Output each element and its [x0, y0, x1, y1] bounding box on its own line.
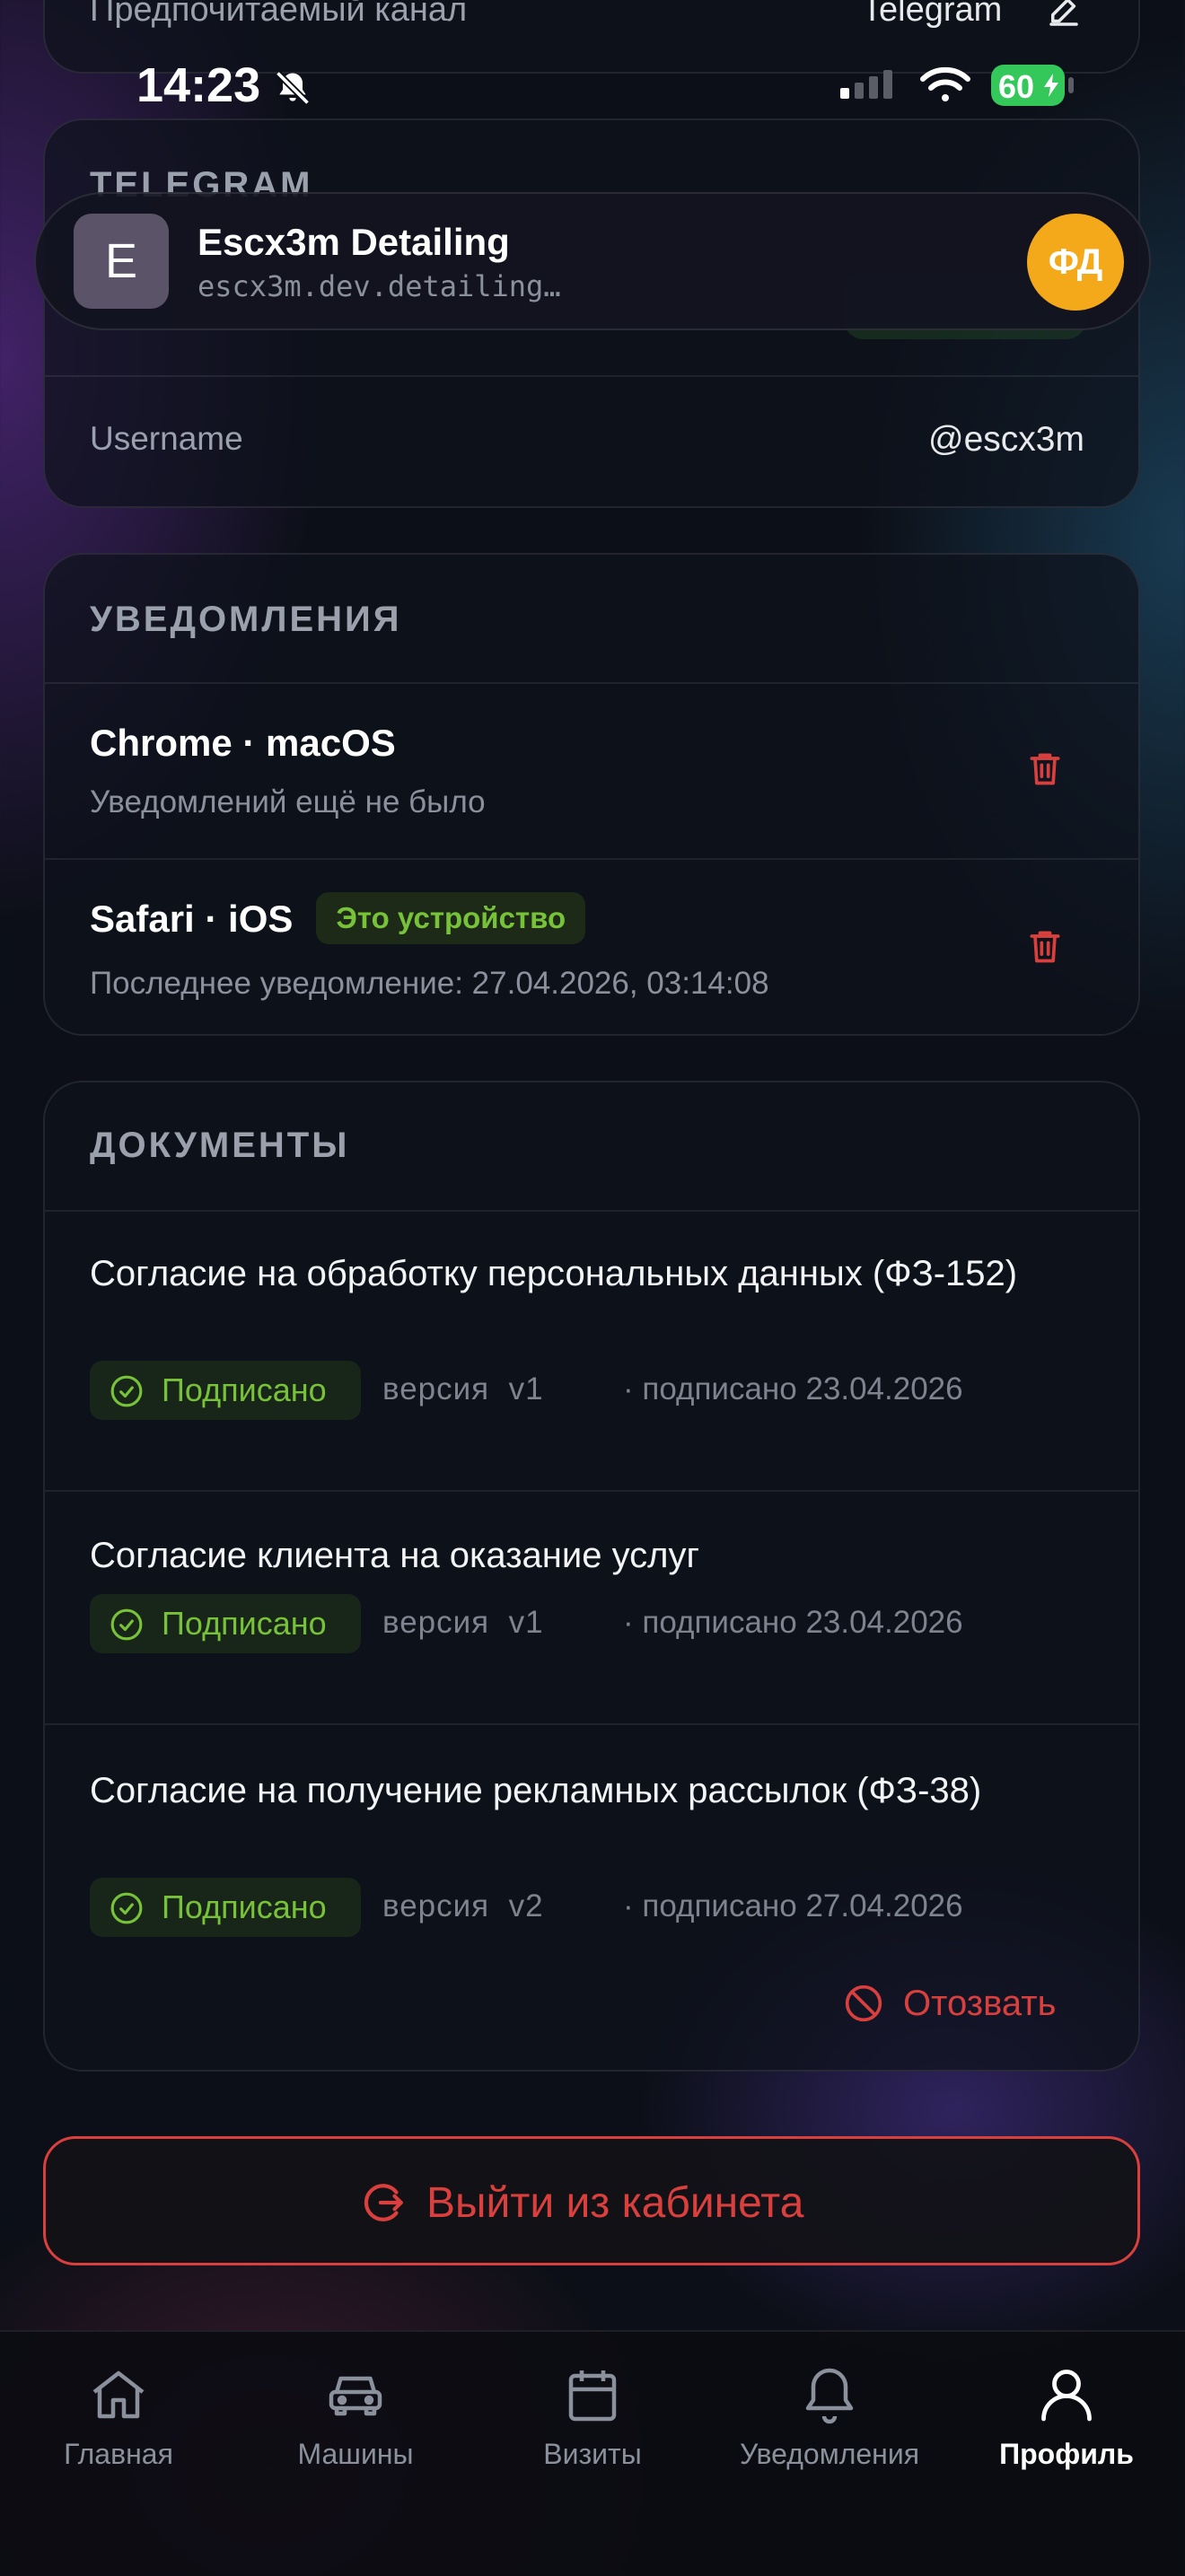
signed-date: · подписано 23.04.2026	[623, 1371, 963, 1406]
avatar[interactable]: ФД	[1027, 214, 1124, 311]
tab-label: Главная	[64, 2438, 173, 2470]
notifications-card: УВЕДОМЛЕНИЯ Chrome · macOS Уведомлений е…	[43, 553, 1140, 1036]
device-row: Safari · iOS Это устройство Последнее уве…	[45, 860, 1138, 1034]
signed-status: Подписано	[162, 1888, 327, 1925]
tab-label: Уведомления	[739, 2438, 920, 2470]
device-subtitle: Последнее уведомление: 27.04.2026, 03:14…	[90, 966, 769, 1001]
wifi-icon	[919, 66, 971, 104]
revoke-button[interactable]: Отозвать	[844, 1975, 1077, 2030]
calendar-icon	[560, 2362, 625, 2427]
battery-tip	[1068, 77, 1074, 93]
trash-icon[interactable]	[1025, 926, 1065, 966]
device-name: Chrome · macOS	[90, 722, 396, 764]
user-icon	[1034, 2362, 1099, 2427]
check-circle-icon	[110, 1891, 144, 1925]
document-title: Согласие на обработку персональных данны…	[90, 1254, 1018, 1293]
device-subtitle: Уведомлений ещё не было	[90, 784, 486, 819]
check-circle-icon	[110, 1374, 144, 1408]
tab-visits[interactable]: Визиты	[474, 2362, 711, 2471]
device-name: Safari · iOS	[90, 898, 294, 941]
revoke-label: Отозвать	[903, 1984, 1057, 2023]
signed-status: Подписано	[162, 1371, 327, 1408]
car-icon	[323, 2362, 388, 2427]
device-row: Chrome · macOS Уведомлений ещё не было	[45, 684, 1138, 858]
preferred-channel-value: Telegram	[862, 0, 1003, 29]
app-logo: E	[74, 214, 169, 309]
trash-icon[interactable]	[1025, 749, 1065, 788]
tab-label: Профиль	[999, 2438, 1134, 2470]
block-icon	[844, 1984, 883, 2023]
this-device-badge: Это устройство	[316, 892, 586, 944]
status-time: 14:23	[136, 58, 261, 112]
app-title: Escx3m Detailing	[198, 221, 510, 263]
document-meta: Подписано версия v1 · подписано 23.04.20…	[90, 1361, 1077, 1420]
document-title: Согласие на получение рекламных рассылок…	[90, 1771, 982, 1810]
signed-badge: Подписано	[90, 1878, 361, 1937]
username-label: Username	[90, 420, 243, 457]
document-version: версия v2	[382, 1888, 544, 1923]
battery-indicator: 60	[991, 65, 1065, 106]
tab-cars[interactable]: Машины	[237, 2362, 474, 2471]
tab-notifications[interactable]: Уведомления	[711, 2362, 948, 2471]
battery-level: 60	[998, 68, 1035, 105]
logout-label: Выйти из кабинета	[426, 2179, 804, 2227]
signed-badge: Подписано	[90, 1594, 361, 1653]
notifications-section-title: УВЕДОМЛЕНИЯ	[90, 600, 402, 639]
cellular-signal-icon	[840, 68, 901, 104]
document-meta: Подписано версия v1 · подписано 23.04.20…	[90, 1594, 1077, 1653]
app-url: escx3m.dev.detailing…	[198, 269, 561, 303]
tab-bar: Главная Машины Визиты Уведомления Профил…	[0, 2330, 1185, 2576]
document-version: версия v1	[382, 1605, 544, 1640]
check-circle-icon	[110, 1608, 144, 1642]
device-name-row: Safari · iOS Это устройство	[90, 892, 586, 948]
bell-icon	[797, 2362, 862, 2427]
preferred-channel-label: Предпочитаемый канал	[90, 0, 468, 29]
tab-label: Машины	[297, 2438, 414, 2470]
document-title: Согласие клиента на оказание услуг	[90, 1536, 700, 1575]
tab-label: Визиты	[543, 2438, 642, 2470]
document-version: версия v1	[382, 1371, 544, 1406]
home-icon	[86, 2362, 151, 2427]
document-meta: Подписано версия v2 · подписано 27.04.20…	[90, 1878, 1077, 1937]
logout-icon	[362, 2180, 407, 2225]
tab-home[interactable]: Главная	[0, 2362, 237, 2471]
tab-profile[interactable]: Профиль	[948, 2362, 1185, 2471]
app-header: E Escx3m Detailing escx3m.dev.detailing……	[34, 192, 1151, 330]
documents-card: ДОКУМЕНТЫ Согласие на обработку персонал…	[43, 1081, 1140, 2072]
silent-mode-icon	[273, 68, 312, 108]
signed-status: Подписано	[162, 1605, 327, 1642]
username-value: @escx3m	[928, 420, 1084, 459]
charging-bolt-icon	[1043, 74, 1059, 97]
logout-button[interactable]: Выйти из кабинета	[43, 2136, 1140, 2265]
signed-date: · подписано 27.04.2026	[623, 1888, 963, 1923]
edit-icon[interactable]	[1045, 0, 1083, 31]
documents-section-title: ДОКУМЕНТЫ	[90, 1126, 350, 1165]
signed-date: · подписано 23.04.2026	[623, 1605, 963, 1640]
signed-badge: Подписано	[90, 1361, 361, 1420]
